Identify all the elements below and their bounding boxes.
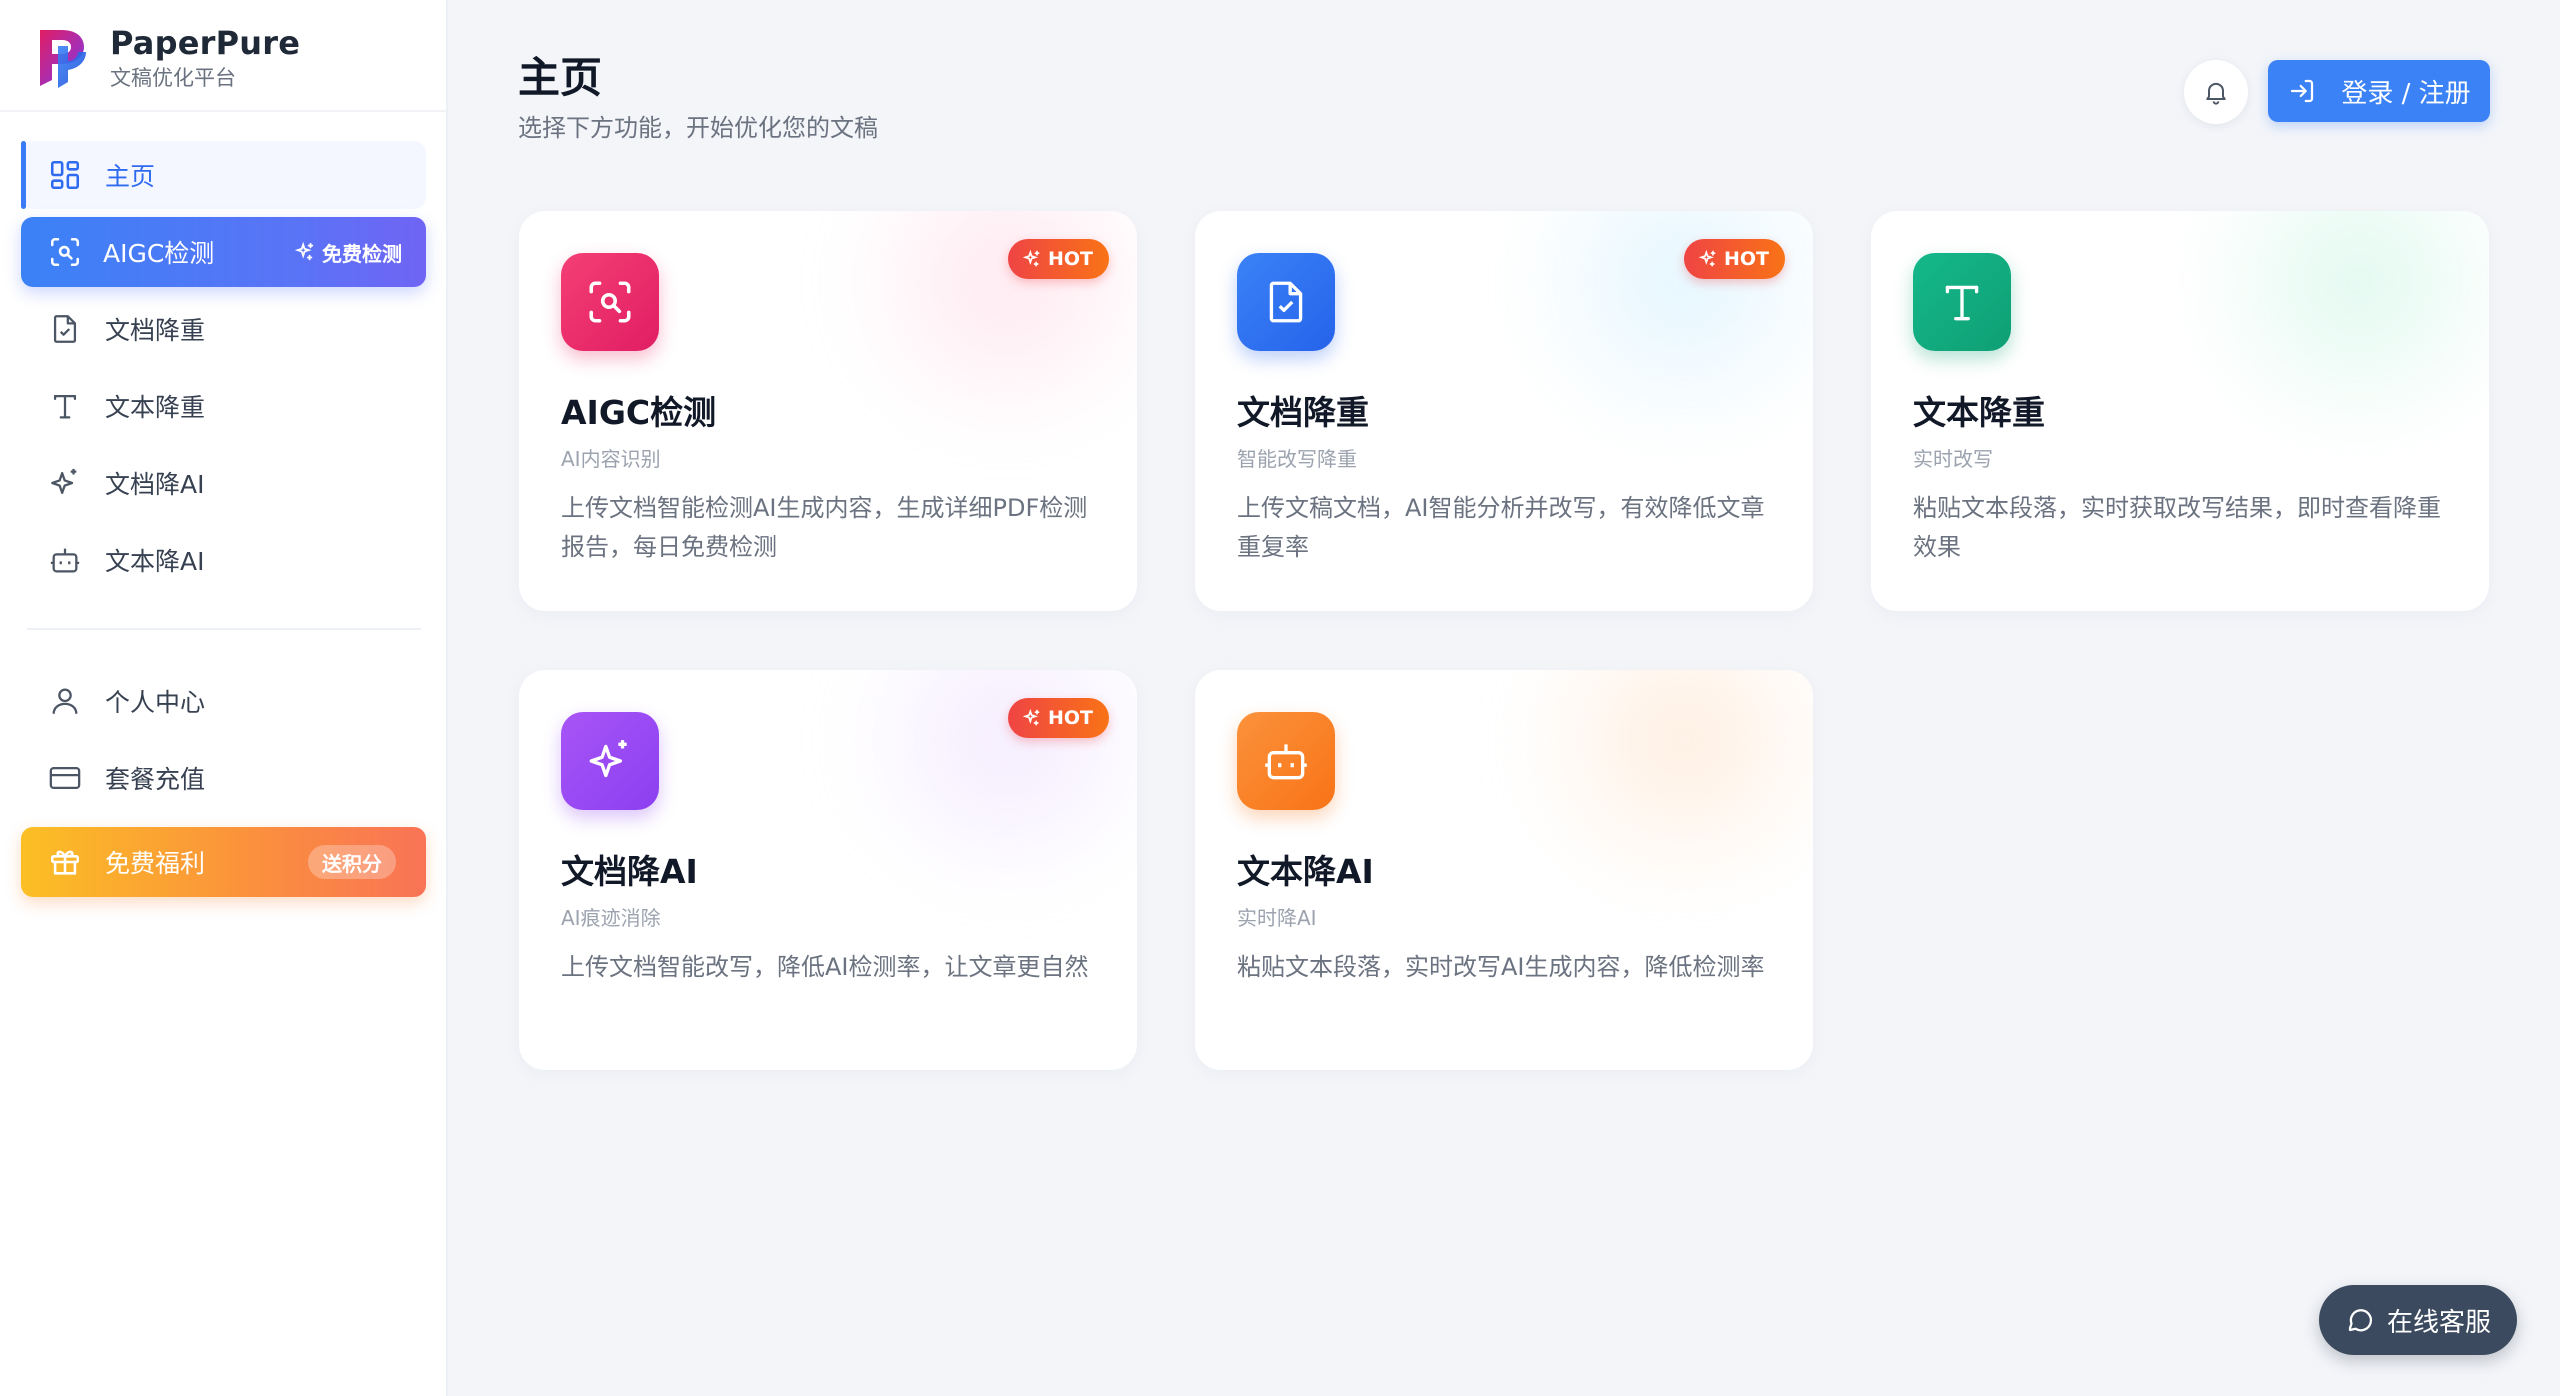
card-description: 上传文档智能检测AI生成内容，生成详细PDF检测报告，每日免费检测 (561, 494, 1088, 561)
sparkles-icon (47, 465, 83, 501)
sidebar-item-doc-dedup[interactable]: 文档降重 (21, 295, 426, 363)
brand-subtitle: 文稿优化平台 (110, 66, 236, 90)
sidebar-item-doc-deai[interactable]: 文档降AI (21, 449, 426, 517)
hot-label: HOT (1047, 248, 1093, 270)
hot-label: HOT (1047, 707, 1093, 729)
brand[interactable]: PaperPure 文稿优化平台 (36, 22, 300, 94)
sidebar-item-home[interactable]: 主页 (21, 141, 426, 209)
bot-icon (47, 542, 83, 578)
text-icon (1945, 285, 1979, 321)
page-subtitle: 选择下方功能，开始优化您的文稿 (518, 114, 878, 142)
text-icon (47, 388, 83, 424)
support-label: 在线客服 (2386, 1307, 2491, 1338)
card-title: 文档降重 (1237, 393, 1369, 432)
sidebar-item-label: 套餐充值 (105, 765, 206, 794)
feature-card-doc-dedup[interactable]: HOT 文档降重 智能改写降重 上传文稿文档，AI智能分析并改写，有效降低文章重… (1195, 211, 1813, 611)
card-title: 文本降AI (1237, 852, 1374, 891)
app-root: PaperPure 文稿优化平台 主页 AIGC检测 免费检测 文档降重 文本降… (0, 0, 2560, 1396)
brand-name: PaperPure (110, 24, 301, 62)
sidebar: PaperPure 文稿优化平台 主页 AIGC检测 免费检测 文档降重 文本降… (0, 0, 448, 1396)
bot-icon (1265, 744, 1307, 780)
sparkles-icon (294, 241, 314, 261)
sparkles-icon (1022, 249, 1040, 267)
card-icon-box (561, 253, 659, 351)
sidebar-item-label: 免费福利 (105, 849, 206, 878)
card-icon-box (561, 712, 659, 810)
sidebar-item-text-dedup[interactable]: 文本降重 (21, 372, 426, 440)
login-register-button[interactable]: 登录 / 注册 (2268, 60, 2490, 122)
card-icon-box (1237, 253, 1335, 351)
sidebar-item-label: AIGC检测 (103, 239, 215, 268)
card-tag: 智能改写降重 (1237, 447, 1357, 471)
hot-label: HOT (1723, 248, 1769, 270)
feature-card-doc-deai[interactable]: HOT 文档降AI AI痕迹消除 上传文档智能改写，降低AI检测率，让文章更自然 (519, 670, 1137, 1070)
hot-badge: HOT (1683, 239, 1785, 279)
feature-card-text-deai[interactable]: 文本降AI 实时降AI 粘贴文本段落，实时改写AI生成内容，降低检测率 (1195, 670, 1813, 1070)
points-badge: 送积分 (308, 845, 396, 879)
sidebar-item-label: 文本降重 (105, 393, 206, 422)
card-title: AIGC检测 (561, 393, 717, 432)
divider (27, 628, 421, 630)
page-title: 主页 (518, 53, 603, 102)
sidebar-item-label: 文档降重 (105, 316, 206, 345)
chat-bubble-icon (2348, 1309, 2372, 1332)
free-detect-badge: 免费检测 (294, 237, 402, 267)
card-icon-box (1913, 253, 2011, 351)
sparkles-icon (1698, 249, 1716, 267)
card-tag: AI内容识别 (561, 447, 661, 471)
sidebar-item-label: 文本降AI (105, 547, 205, 576)
badge-label: 免费检测 (322, 241, 402, 266)
card-title: 文档降AI (561, 852, 698, 891)
card-glow (1493, 670, 1813, 890)
online-support-button[interactable]: 在线客服 (2319, 1285, 2517, 1355)
divider (0, 110, 446, 112)
login-label: 登录 / 注册 (2341, 78, 2471, 109)
card-glow (2169, 211, 2489, 431)
scan-search-icon (589, 281, 631, 323)
file-check-icon (47, 311, 83, 347)
card-description: 上传文稿文档，AI智能分析并改写，有效降低文章重复率 (1237, 494, 1765, 561)
sidebar-item-free-benefits[interactable]: 免费福利 送积分 (21, 827, 426, 897)
paperpure-logo-icon (40, 30, 86, 88)
sparkles-icon (1022, 708, 1040, 726)
file-check-icon (1269, 281, 1303, 323)
hot-badge: HOT (1007, 239, 1109, 279)
card-description: 粘贴文本段落，实时获取改写结果，即时查看降重效果 (1913, 494, 2441, 561)
feature-card-text-dedup[interactable]: 文本降重 实时改写 粘贴文本段落，实时获取改写结果，即时查看降重效果 (1871, 211, 2489, 611)
scan-search-icon (47, 234, 83, 270)
card-icon-box (1237, 712, 1335, 810)
card-title: 文本降重 (1913, 393, 2045, 432)
brand-text: PaperPure 文稿优化平台 (110, 24, 300, 92)
hot-badge: HOT (1007, 698, 1109, 738)
sidebar-item-text-deai[interactable]: 文本降AI (21, 526, 426, 594)
card-tag: 实时降AI (1237, 906, 1317, 930)
user-icon (47, 683, 83, 719)
bell-icon (2206, 82, 2226, 105)
sidebar-item-profile[interactable]: 个人中心 (21, 667, 426, 735)
notification-button[interactable] (2184, 60, 2248, 124)
card-tag: 实时改写 (1913, 447, 1993, 471)
grid-icon (47, 157, 83, 193)
sidebar-item-recharge[interactable]: 套餐充值 (21, 744, 426, 812)
sidebar-item-label: 个人中心 (105, 688, 206, 717)
gift-icon (47, 844, 83, 880)
sparkles-icon (589, 740, 627, 778)
sidebar-item-label: 文档降AI (105, 470, 205, 499)
feature-card-aigc[interactable]: HOT AIGC检测 AI内容识别 上传文档智能检测AI生成内容，生成详细PDF… (519, 211, 1137, 611)
card-tag: AI痕迹消除 (561, 906, 661, 930)
login-icon (2291, 79, 2314, 103)
sidebar-item-label: 主页 (105, 162, 156, 191)
card-description: 粘贴文本段落，实时改写AI生成内容，降低检测率 (1237, 953, 1765, 981)
card-description: 上传文档智能改写，降低AI检测率，让文章更自然 (561, 953, 1089, 981)
credit-card-icon (47, 760, 83, 796)
sidebar-item-aigc[interactable]: AIGC检测 免费检测 (21, 217, 426, 287)
